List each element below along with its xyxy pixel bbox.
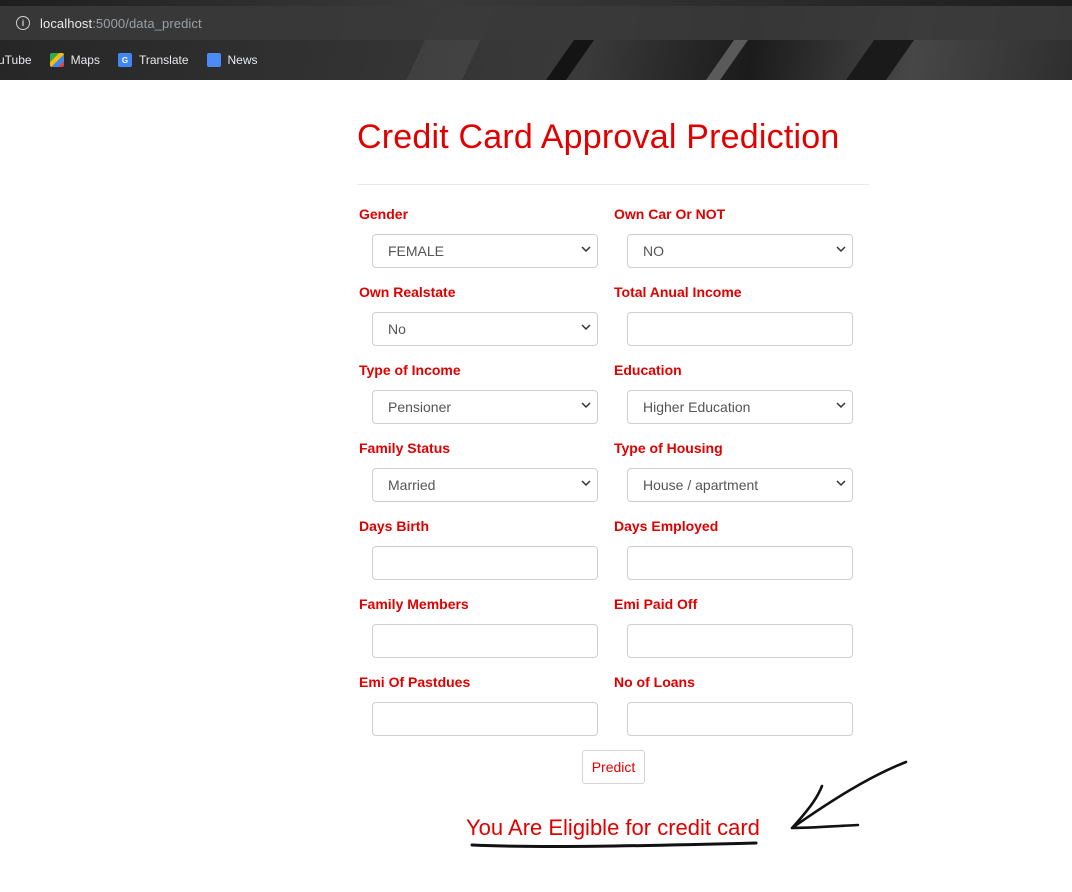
education-select[interactable]: Higher Education bbox=[627, 390, 853, 424]
title-divider bbox=[357, 184, 869, 185]
own-realstate-field: Own Realstate No bbox=[359, 284, 600, 346]
housing-value: House / apartment bbox=[643, 477, 759, 493]
days-employed-input[interactable] bbox=[627, 546, 853, 580]
chevron-down-icon bbox=[581, 245, 591, 253]
page-title: Credit Card Approval Prediction bbox=[357, 118, 840, 156]
gender-field: Gender FEMALE bbox=[359, 206, 600, 268]
address-bar[interactable]: i localhost:5000/data_predict bbox=[0, 6, 1072, 40]
no-of-loans-input[interactable] bbox=[627, 702, 853, 736]
days-birth-label: Days Birth bbox=[359, 518, 430, 534]
own-car-label: Own Car Or NOT bbox=[614, 206, 726, 222]
no-of-loans-label: No of Loans bbox=[614, 674, 695, 690]
chevron-down-icon bbox=[836, 479, 846, 487]
days-birth-input[interactable] bbox=[372, 546, 598, 580]
family-status-label: Family Status bbox=[359, 440, 451, 456]
education-value: Higher Education bbox=[643, 399, 751, 415]
emi-pastdues-label: Emi Of Pastdues bbox=[359, 674, 471, 690]
housing-label: Type of Housing bbox=[614, 440, 723, 456]
education-label: Education bbox=[614, 362, 682, 378]
underline-annotation bbox=[470, 841, 758, 848]
own-realstate-value: No bbox=[388, 321, 406, 337]
chevron-down-icon bbox=[836, 245, 846, 253]
type-income-select[interactable]: Pensioner bbox=[372, 390, 598, 424]
own-realstate-label: Own Realstate bbox=[359, 284, 456, 300]
bookmarks-bar: uTube Maps G Translate News bbox=[0, 46, 276, 74]
gender-value: FEMALE bbox=[388, 243, 445, 259]
bookmark-translate[interactable]: G Translate bbox=[117, 53, 189, 67]
bookmark-label: News bbox=[227, 53, 258, 67]
family-status-select[interactable]: Married bbox=[372, 468, 598, 502]
bookmark-label: Maps bbox=[70, 53, 100, 67]
url-host: localhost bbox=[40, 15, 93, 31]
own-car-field: Own Car Or NOT NO bbox=[614, 206, 855, 268]
url-text[interactable]: localhost:5000/data_predict bbox=[40, 16, 202, 31]
own-car-select[interactable]: NO bbox=[627, 234, 853, 268]
emi-paid-off-label: Emi Paid Off bbox=[614, 596, 698, 612]
emi-pastdues-input[interactable] bbox=[372, 702, 598, 736]
bookmark-news[interactable]: News bbox=[206, 53, 258, 67]
news-icon bbox=[206, 53, 221, 67]
type-income-field: Type of Income Pensioner bbox=[359, 362, 600, 424]
maps-icon bbox=[49, 53, 64, 67]
total-income-input[interactable] bbox=[627, 312, 853, 346]
total-income-field: Total Anual Income bbox=[614, 284, 855, 346]
family-status-value: Married bbox=[388, 477, 436, 493]
days-employed-label: Days Employed bbox=[614, 518, 719, 534]
predict-button[interactable]: Predict bbox=[582, 750, 645, 784]
own-car-value: NO bbox=[643, 243, 664, 259]
bookmark-maps[interactable]: Maps bbox=[49, 53, 100, 67]
total-income-label: Total Anual Income bbox=[614, 284, 742, 300]
emi-paid-off-input[interactable] bbox=[627, 624, 853, 658]
chevron-down-icon bbox=[581, 479, 591, 487]
info-icon[interactable]: i bbox=[16, 16, 30, 30]
arrow-annotation bbox=[790, 760, 908, 830]
translate-icon: G bbox=[117, 53, 132, 67]
housing-select[interactable]: House / apartment bbox=[627, 468, 853, 502]
housing-field: Type of Housing House / apartment bbox=[614, 440, 855, 502]
family-members-field: Family Members bbox=[359, 596, 600, 658]
family-status-field: Family Status Married bbox=[359, 440, 600, 502]
gender-label: Gender bbox=[359, 206, 409, 222]
gender-select[interactable]: FEMALE bbox=[372, 234, 598, 268]
prediction-result: You Are Eligible for credit card bbox=[466, 815, 760, 840]
emi-pastdues-field: Emi Of Pastdues bbox=[359, 674, 600, 736]
emi-paid-off-field: Emi Paid Off bbox=[614, 596, 855, 658]
url-path: :5000/data_predict bbox=[92, 15, 202, 31]
days-birth-field: Days Birth bbox=[359, 518, 600, 580]
chevron-down-icon bbox=[581, 401, 591, 409]
chevron-down-icon bbox=[581, 323, 591, 331]
bookmark-label: Translate bbox=[138, 53, 189, 67]
days-employed-field: Days Employed bbox=[614, 518, 855, 580]
bookmark-label: uTube bbox=[0, 53, 32, 67]
bookmark-youtube[interactable]: uTube bbox=[0, 53, 32, 67]
browser-chrome: i localhost:5000/data_predict uTube Maps… bbox=[0, 0, 1072, 80]
type-income-value: Pensioner bbox=[388, 399, 452, 415]
own-realstate-select[interactable]: No bbox=[372, 312, 598, 346]
family-members-input[interactable] bbox=[372, 624, 598, 658]
family-members-label: Family Members bbox=[359, 596, 469, 612]
education-field: Education Higher Education bbox=[614, 362, 855, 424]
chevron-down-icon bbox=[836, 401, 846, 409]
no-of-loans-field: No of Loans bbox=[614, 674, 855, 736]
type-income-label: Type of Income bbox=[359, 362, 461, 378]
